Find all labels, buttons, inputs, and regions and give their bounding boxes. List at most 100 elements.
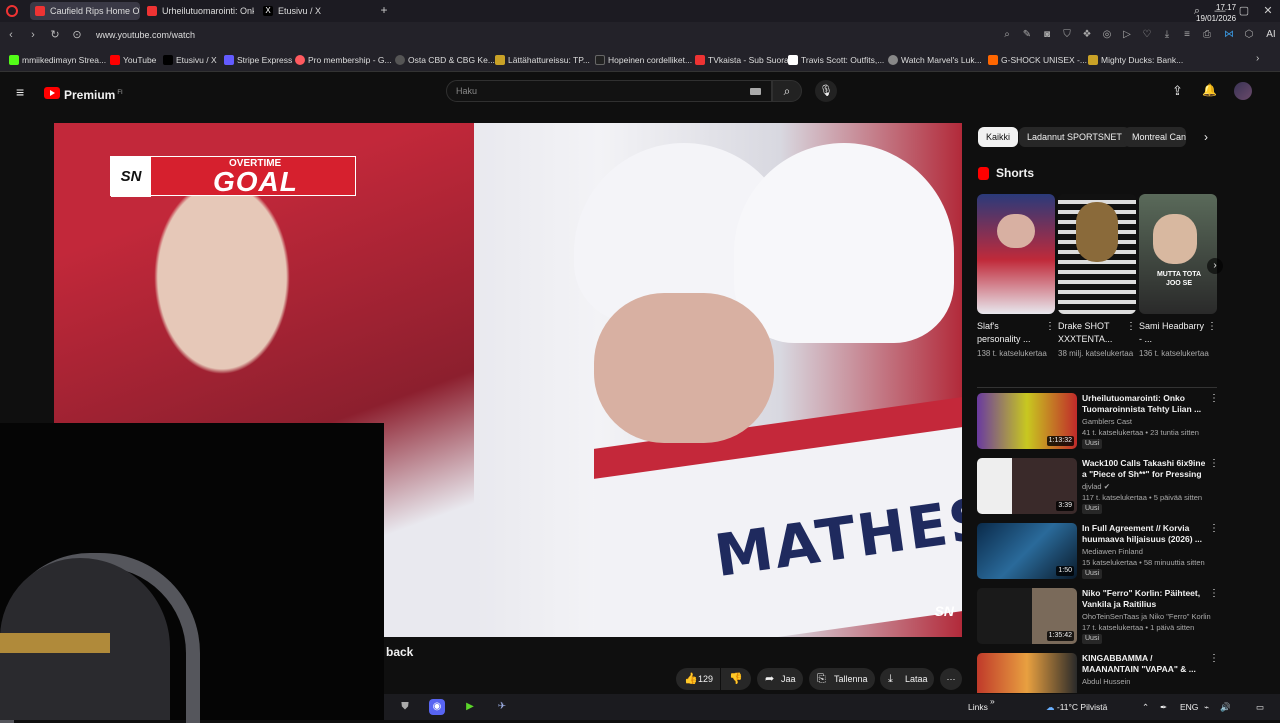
recommended-video[interactable]: KINGABBAMMA / MAANANTAIN "VAPAA" & ... A…: [977, 653, 1222, 693]
hamburger-menu-icon[interactable]: ≡: [16, 84, 24, 100]
bookmark-label: mmiikedimayn Strea...: [22, 55, 107, 65]
network-icon[interactable]: ⌁: [1204, 694, 1209, 720]
youtube-premium-logo[interactable]: Premium FI: [44, 84, 123, 102]
browser-tab[interactable]: Urheilutuomarointi: Onko: [142, 2, 254, 20]
browser-tab[interactable]: Caufield Rips Home OT W: [30, 2, 140, 20]
tray-expand-icon[interactable]: ⌃: [1142, 694, 1149, 720]
address-bar-input[interactable]: www.youtube.com/watch: [90, 26, 890, 44]
links-chevron-icon[interactable]: »: [990, 688, 995, 714]
extension-icon[interactable]: ❖: [1080, 28, 1094, 42]
heart-icon[interactable]: ♡: [1140, 28, 1154, 42]
discord-icon[interactable]: ◉: [429, 699, 445, 715]
lens-icon[interactable]: ◎: [1100, 28, 1114, 42]
back-arrow-icon[interactable]: ‹: [2, 26, 20, 44]
cube-icon[interactable]: ⬡: [1242, 28, 1256, 42]
download-button[interactable]: ⤓ Lataa: [880, 668, 934, 690]
more-vert-icon[interactable]: ⋮: [1045, 320, 1055, 333]
chevron-right-icon[interactable]: ›: [1207, 258, 1223, 274]
system-clock[interactable]: 17.17 19/01/2026: [1196, 2, 1236, 24]
edit-icon[interactable]: ✎: [1020, 28, 1034, 42]
like-button[interactable]: 👍 129: [676, 668, 720, 690]
bookmark[interactable]: Mighty Ducks: Bank...: [1087, 48, 1183, 72]
keyboard-icon[interactable]: [750, 88, 761, 95]
download-icon[interactable]: ⤓: [1160, 28, 1174, 42]
video-meta: 41 t. katselukertaa • 23 tuntia sitten: [1082, 428, 1199, 437]
notification-center-icon[interactable]: ▭: [1256, 694, 1264, 720]
channel-name[interactable]: djvlad ✔: [1082, 482, 1110, 491]
browser-tab[interactable]: X Etusivu / X: [258, 2, 368, 20]
language-indicator[interactable]: ENG: [1180, 694, 1198, 720]
chip-montreal[interactable]: Montreal Canadiens: [1124, 127, 1186, 147]
channel-name[interactable]: OhoTeinSenTaas ja Niko "Ferro" Korlin: [1082, 612, 1211, 621]
chevron-right-icon[interactable]: ›: [1196, 127, 1216, 147]
more-vert-icon[interactable]: ⋮: [1209, 523, 1219, 534]
volume-icon[interactable]: 🔊: [1220, 694, 1231, 720]
bookmark[interactable]: G-SHOCK UNISEX -...: [987, 48, 1087, 72]
pen-icon[interactable]: ✒: [1160, 694, 1167, 720]
forward-arrow-icon[interactable]: ›: [24, 26, 42, 44]
opera-logo-icon[interactable]: [6, 5, 18, 17]
more-vert-icon[interactable]: ⋮: [1209, 588, 1219, 599]
share-button[interactable]: ➦ Jaa: [757, 668, 803, 690]
bookmark[interactable]: Etusivu / X: [162, 48, 218, 72]
dislike-button[interactable]: 👎: [721, 668, 751, 690]
more-actions-button[interactable]: ⋯: [940, 668, 962, 690]
recommended-video[interactable]: 1:35:42 Niko "Ferro" Korlin: Päihteet, V…: [977, 588, 1222, 648]
bookmarks-overflow-icon[interactable]: ›: [1256, 53, 1259, 64]
shorts-logo-icon: [978, 167, 989, 180]
save-button[interactable]: ⎘ Tallenna: [809, 668, 875, 690]
links-toolbar[interactable]: Links: [968, 694, 988, 720]
x-favicon-icon: [163, 55, 173, 65]
channel-name[interactable]: Gamblers Cast: [1082, 417, 1132, 426]
close-window-button[interactable]: ✕: [1256, 0, 1280, 22]
bookmark[interactable]: Lättähattureissu: TP...: [494, 48, 590, 72]
bookmark[interactable]: YouTube: [109, 48, 161, 72]
more-vert-icon[interactable]: ⋮: [1209, 458, 1219, 469]
play-icon[interactable]: ▷: [1120, 28, 1134, 42]
youtube-play-icon: [44, 87, 60, 99]
bookmark[interactable]: Watch Marvel's Luk...: [887, 48, 983, 72]
short-card[interactable]: Drake SHOT XXXTENTA... ⋮ 38 milj. katselu…: [1058, 194, 1136, 360]
weather-widget[interactable]: ☁ -11°C Pilvistä: [1046, 694, 1107, 720]
upload-icon[interactable]: ⇪: [1172, 83, 1183, 99]
reload-icon[interactable]: ↻: [46, 26, 64, 44]
chip-all[interactable]: Kaikki: [978, 127, 1019, 147]
bookmark[interactable]: Pro membership - G...: [294, 48, 392, 72]
app-icon[interactable]: ⛊: [397, 699, 413, 715]
search-input[interactable]: Haku: [446, 80, 772, 102]
bookmark[interactable]: Hopeinen cordelliket...: [594, 48, 692, 72]
short-card[interactable]: Slaf's personality ... ⋮ 138 t. katseluke…: [977, 194, 1055, 360]
lock-icon[interactable]: ⎙: [1200, 28, 1214, 42]
more-vert-icon[interactable]: ⋮: [1209, 653, 1219, 664]
short-card[interactable]: MUTTA TOTA JOO SE Sami Headbarry - ... ⋮ …: [1139, 194, 1217, 360]
more-vert-icon[interactable]: ⋮: [1209, 393, 1219, 404]
bookmark[interactable]: TVkaista - Sub Suora: [694, 48, 789, 72]
vs-icon[interactable]: ⋈: [1222, 28, 1236, 42]
steam-icon[interactable]: ✈: [494, 699, 510, 715]
voice-search-button[interactable]: 🎙: [815, 80, 837, 102]
recommended-video[interactable]: 1:13:32 Urheilutuomarointi: Onko Tuomaro…: [977, 393, 1222, 453]
channel-label: djvlad: [1082, 482, 1102, 491]
search-button[interactable]: ⌕: [772, 80, 802, 102]
recommended-video[interactable]: 3:39 Wack100 Calls Takashi 6ix9ine a "Pi…: [977, 458, 1222, 518]
recommended-video[interactable]: 1:50 In Full Agreement // Korvia huumaav…: [977, 523, 1222, 583]
channel-name[interactable]: Mediawen Finland: [1082, 547, 1143, 556]
avatar[interactable]: [1234, 82, 1252, 100]
menu-icon[interactable]: ≡: [1180, 28, 1194, 42]
play-app-icon[interactable]: ▶: [462, 699, 478, 715]
chip-sportsnet[interactable]: Ladannut SPORTSNET: [1019, 127, 1130, 147]
more-vert-icon[interactable]: ⋮: [1207, 320, 1217, 333]
bookmark[interactable]: mmiikedimayn Strea...: [8, 48, 106, 72]
notifications-bell-icon[interactable]: 🔔: [1202, 83, 1217, 97]
bookmark[interactable]: Osta CBD & CBG Ke...: [394, 48, 495, 72]
new-tab-button[interactable]: +: [378, 2, 390, 18]
camera-icon[interactable]: ◙: [1040, 28, 1054, 42]
more-vert-icon[interactable]: ⋮: [1126, 320, 1136, 333]
short-thumbnail: [1153, 214, 1197, 264]
bookmark[interactable]: Travis Scott: Outfits,...: [787, 48, 884, 72]
shield-icon[interactable]: ⛉: [1060, 28, 1074, 42]
channel-name[interactable]: Abdul Hussein: [1082, 677, 1130, 686]
ai-icon[interactable]: AI: [1262, 28, 1280, 42]
zoom-icon[interactable]: ⌕: [1000, 28, 1014, 42]
bookmark[interactable]: Stripe Express: [223, 48, 292, 72]
